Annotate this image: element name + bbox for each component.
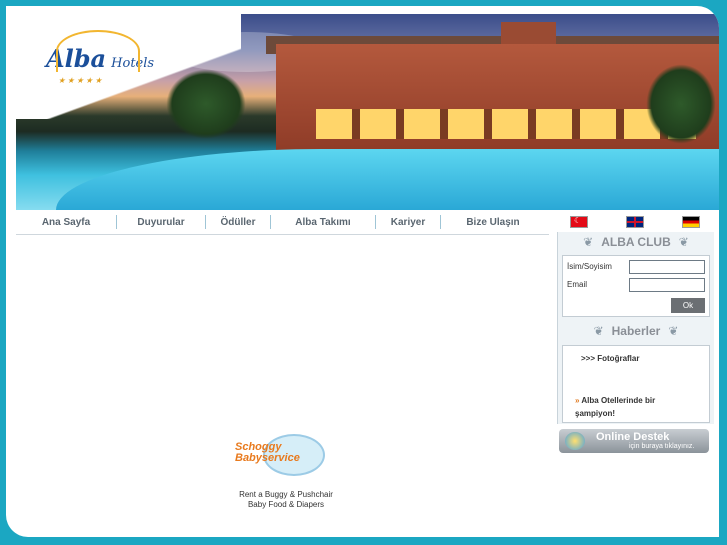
nav-item-ana-sayfa[interactable]: Ana Sayfa	[16, 217, 116, 228]
club-title: ALBA CLUB	[601, 235, 671, 249]
turkish-flag-icon[interactable]	[570, 216, 588, 228]
side-panel: ❦ ALBA CLUB ❦ İsim/Soyisim Email Ok ❦ Ha…	[557, 232, 714, 424]
baby-brand-line2: Babyservice	[235, 452, 300, 464]
baby-line2: Baby Food & Diapers	[247, 500, 325, 509]
ornament-left-icon: ❦	[593, 324, 604, 338]
news-item-link[interactable]: » Alba Otellerinde bir şampiyon!	[575, 394, 675, 420]
page-frame: Alba Hotels ★★★★★ Ana Sayfa Duyurular Öd…	[6, 6, 719, 537]
news-title: Haberler	[611, 324, 661, 338]
baby-line1: Rent a Buggy & Pushchair	[239, 490, 333, 499]
news-item-text: Alba Otellerinde bir şampiyon!	[575, 396, 656, 418]
support-icon	[565, 432, 585, 450]
support-subtitle: için buraya tıklayınız.	[629, 443, 695, 450]
nav-item-kariyer[interactable]: Kariyer	[376, 217, 440, 228]
language-flags	[551, 210, 719, 234]
hotel-banner-image: Alba Hotels ★★★★★	[16, 14, 719, 210]
ornament-left-icon: ❦	[583, 235, 594, 249]
support-title: Online Destek	[596, 431, 670, 443]
club-header: ❦ ALBA CLUB ❦	[558, 232, 714, 252]
club-login-form: İsim/Soyisim Email Ok	[562, 255, 710, 317]
nav-item-oduller[interactable]: Ödüller	[206, 217, 270, 228]
email-label: Email	[567, 280, 588, 289]
news-header: ❦ Haberler ❦	[558, 321, 714, 341]
photos-link[interactable]: >>> Fotoğraflar	[581, 354, 639, 363]
main-nav: Ana Sayfa Duyurular Ödüller Alba Takımı …	[16, 210, 549, 235]
uk-flag-icon[interactable]	[626, 216, 644, 228]
german-flag-icon[interactable]	[682, 216, 700, 228]
name-field[interactable]	[629, 260, 705, 274]
ornament-right-icon: ❦	[668, 324, 679, 338]
name-label: İsim/Soyisim	[567, 262, 612, 271]
nav-item-alba-takimi[interactable]: Alba Takımı	[271, 217, 375, 228]
baby-brand: Schoggy Babyservice	[235, 442, 300, 464]
online-support-button[interactable]: Online Destek için buraya tıklayınız.	[559, 429, 709, 453]
ok-button[interactable]: Ok	[671, 298, 705, 313]
ornament-right-icon: ❦	[678, 235, 689, 249]
news-box: >>> Fotoğraflar » Alba Otellerinde bir ş…	[562, 345, 710, 423]
logo-stars: ★★★★★	[58, 76, 104, 85]
nav-item-duyurular[interactable]: Duyurular	[117, 217, 205, 228]
nav-item-bize-ulasin[interactable]: Bize Ulaşın	[441, 217, 545, 228]
babyservice-banner[interactable]: Schoggy Babyservice Rent a Buggy & Pushc…	[231, 434, 341, 520]
email-field[interactable]	[629, 278, 705, 292]
news-arrow-icon: »	[575, 396, 580, 405]
alba-hotels-logo[interactable]: Alba Hotels ★★★★★	[46, 30, 154, 85]
